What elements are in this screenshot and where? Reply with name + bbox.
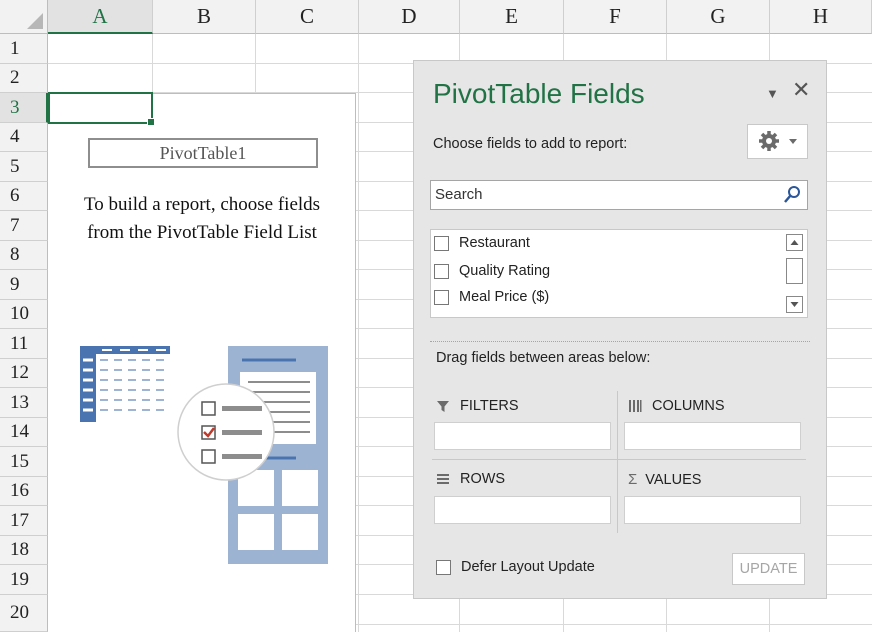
field-label: Quality Rating [459, 263, 551, 279]
field-checkbox[interactable] [434, 235, 449, 251]
field-list-scrollbar[interactable] [786, 234, 803, 313]
row-header[interactable]: 1 [0, 34, 48, 64]
values-label: VALUES [645, 471, 702, 488]
pivot-table-fields-panel: PivotTable Fields ▼ ✕ Choose fields to a… [413, 60, 827, 599]
filters-drop-area[interactable] [434, 422, 611, 450]
row-header[interactable]: 12 [0, 359, 48, 388]
row-header[interactable]: 19 [0, 565, 48, 595]
rows-area-header: ROWS [436, 471, 505, 487]
divider [430, 341, 810, 342]
row-header[interactable]: 9 [0, 270, 48, 300]
column-header-h[interactable]: H [770, 0, 872, 34]
search-input[interactable] [435, 186, 765, 203]
scroll-down-button[interactable] [786, 296, 803, 313]
field-item-quality-rating[interactable]: Quality Rating [434, 260, 550, 282]
column-header-b[interactable]: B [153, 0, 256, 34]
filter-icon [437, 401, 449, 412]
field-label: Meal Price ($) [459, 289, 550, 305]
spreadsheet-grid[interactable]: A B C D E F G H 1 2 3 4 5 6 7 8 9 10 11 … [0, 0, 872, 632]
filters-label: FILTERS [460, 398, 519, 414]
rows-icon [437, 474, 449, 484]
sigma-icon: Σ [628, 471, 638, 488]
pivot-instruction-line-1: To build a report, choose fields [83, 194, 321, 215]
columns-drop-area[interactable] [624, 422, 801, 450]
tools-button[interactable] [747, 124, 808, 159]
update-button[interactable]: UPDATE [732, 553, 805, 585]
columns-area-header: COLUMNS [628, 398, 725, 414]
row-header[interactable]: 18 [0, 536, 48, 565]
field-checkbox[interactable] [434, 263, 449, 279]
area-divider [617, 391, 618, 533]
active-cell-a3[interactable] [48, 92, 155, 126]
row-header[interactable]: 10 [0, 300, 48, 329]
column-header-g[interactable]: G [667, 0, 770, 34]
column-header-d[interactable]: D [359, 0, 460, 34]
field-item-restaurant[interactable]: Restaurant [434, 232, 530, 254]
scroll-thumb[interactable] [786, 258, 803, 284]
panel-title: PivotTable Fields [433, 78, 645, 109]
row-header[interactable]: 7 [0, 211, 48, 241]
row-header[interactable]: 2 [0, 64, 48, 93]
row-header[interactable]: 16 [0, 477, 48, 506]
pivot-illustration-icon [80, 346, 328, 564]
close-icon[interactable]: ✕ [792, 77, 810, 103]
rows-label: ROWS [460, 471, 506, 487]
area-divider [432, 459, 806, 460]
row-header[interactable]: 17 [0, 506, 48, 536]
row-header[interactable]: 15 [0, 447, 48, 477]
defer-layout-checkbox[interactable] [436, 559, 451, 575]
rows-drop-area[interactable] [434, 496, 611, 524]
column-header-c[interactable]: C [256, 0, 359, 34]
field-item-meal-price[interactable]: Meal Price ($) [434, 286, 549, 308]
search-icon[interactable] [783, 185, 801, 205]
filters-area-header: FILTERS [436, 398, 519, 414]
row-header[interactable]: 13 [0, 388, 48, 418]
row-header[interactable]: 5 [0, 152, 48, 182]
field-checkbox[interactable] [434, 289, 449, 305]
drag-fields-label: Drag fields between areas below: [436, 350, 651, 366]
scroll-up-button[interactable] [786, 234, 803, 251]
field-list: Restaurant Quality Rating Meal Price ($) [430, 229, 808, 318]
column-header-a[interactable]: A [48, 0, 153, 34]
row-header[interactable]: 4 [0, 123, 48, 152]
fill-handle[interactable] [147, 118, 155, 126]
row-header[interactable]: 20 [0, 595, 48, 632]
column-header-f[interactable]: F [564, 0, 667, 34]
choose-fields-label: Choose fields to add to report: [433, 136, 628, 152]
columns-icon [629, 400, 642, 412]
search-field[interactable] [430, 180, 808, 210]
values-drop-area[interactable] [624, 496, 801, 524]
chevron-down-icon [790, 302, 799, 307]
row-header[interactable]: 14 [0, 418, 48, 447]
pivot-table-placeholder[interactable]: PivotTable1 To build a report, choose fi… [48, 93, 356, 632]
row-header[interactable]: 6 [0, 182, 48, 211]
field-label: Restaurant [459, 235, 530, 251]
panel-options-arrow-icon[interactable]: ▼ [766, 86, 779, 101]
values-area-header: Σ VALUES [628, 471, 701, 488]
chevron-up-icon [790, 240, 799, 245]
pivot-table-name: PivotTable1 [88, 138, 318, 168]
grid-line [358, 34, 359, 632]
pivot-instruction-line-2: from the PivotTable Field List [87, 222, 317, 243]
columns-label: COLUMNS [652, 398, 725, 414]
defer-layout-label: Defer Layout Update [461, 559, 595, 575]
row-header[interactable]: 8 [0, 241, 48, 270]
row-header[interactable]: 11 [0, 329, 48, 359]
gear-icon [759, 131, 797, 151]
select-all-corner[interactable] [0, 0, 48, 34]
column-header-e[interactable]: E [460, 0, 564, 34]
defer-layout-update[interactable]: Defer Layout Update [436, 559, 595, 575]
row-header[interactable]: 3 [0, 93, 48, 123]
